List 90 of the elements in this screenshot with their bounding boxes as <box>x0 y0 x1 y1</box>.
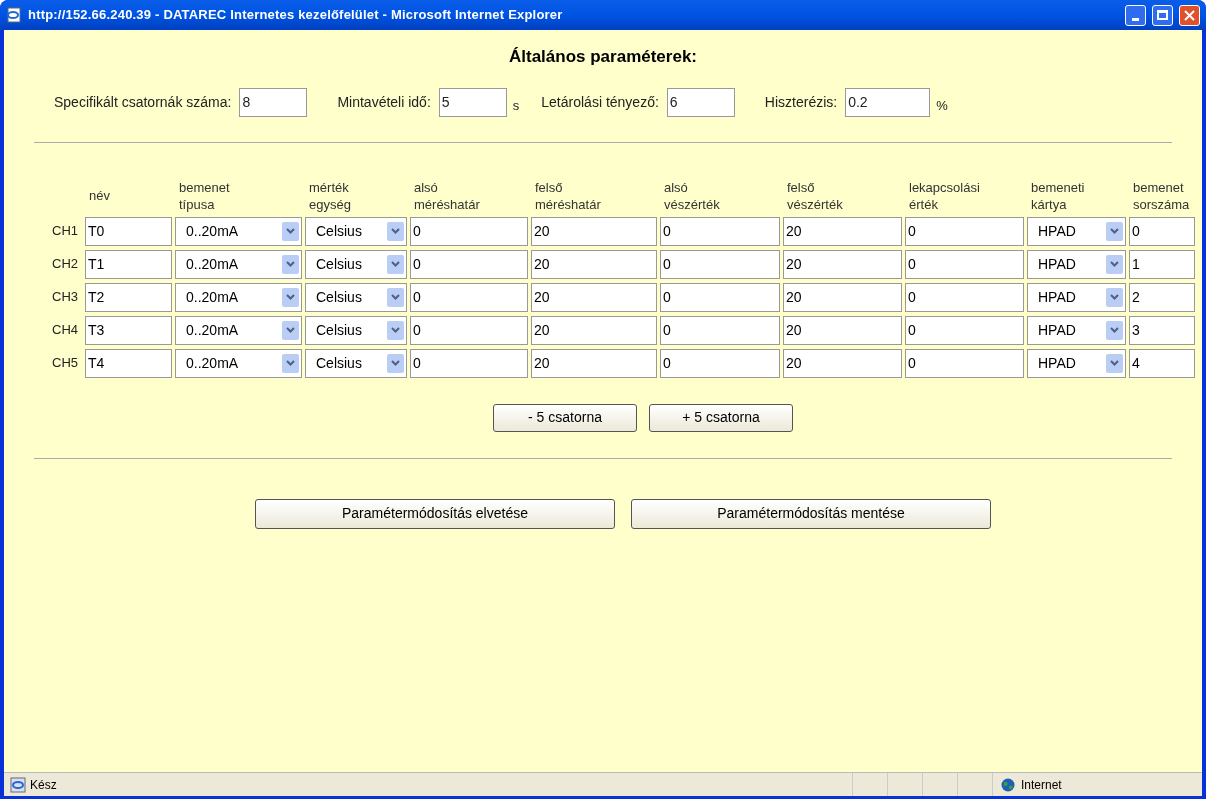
page-icon <box>6 7 22 23</box>
input-field[interactable]: 20 <box>783 249 902 279</box>
maximize-button[interactable] <box>1152 4 1173 26</box>
unit-label: s <box>512 97 520 116</box>
dropdown[interactable]: HPAD <box>1027 348 1126 378</box>
input-field[interactable]: 1 <box>1129 249 1195 279</box>
dropdown[interactable]: Celsius <box>305 249 407 279</box>
column-header: alsó méréshatár <box>413 178 480 214</box>
column-header: bemeneti kártya <box>1030 178 1085 214</box>
input-field[interactable]: 0 <box>410 348 528 378</box>
input-field[interactable]: 20 <box>783 282 902 312</box>
input-field[interactable]: 20 <box>783 348 902 378</box>
minimize-button[interactable] <box>1125 4 1146 26</box>
input-field[interactable]: 0 <box>660 315 780 345</box>
dropdown[interactable]: Celsius <box>305 216 407 246</box>
globe-icon <box>1001 777 1015 792</box>
input-field[interactable]: 0 <box>410 249 528 279</box>
input-field[interactable]: 20 <box>531 315 657 345</box>
input-field[interactable]: 20 <box>531 282 657 312</box>
page-icon <box>10 776 26 793</box>
unit-label: % <box>936 97 948 116</box>
column-header: lekapcsolási érték <box>908 178 980 214</box>
column-header: felső vészérték <box>786 178 843 214</box>
close-icon <box>1184 9 1195 21</box>
column-header: bemenet típusa <box>178 178 230 214</box>
column-header: felső méréshatár <box>534 178 601 214</box>
input-field[interactable]: 0 <box>905 348 1024 378</box>
input-field[interactable]: 0 <box>410 216 528 246</box>
column-header: alsó vészérték <box>663 178 720 214</box>
dropdown[interactable]: 0..20mA <box>175 348 302 378</box>
field-label: Mintavételi idő: <box>337 92 431 112</box>
column-header: mérték egység <box>308 178 351 214</box>
input-field[interactable]: 0.2 <box>845 87 931 117</box>
zone-text: Internet <box>1021 776 1062 794</box>
column-header: bemenet sorszáma <box>1132 178 1190 214</box>
close-button[interactable] <box>1179 4 1200 26</box>
input-field[interactable]: 0 <box>660 282 780 312</box>
input-field[interactable]: 20 <box>531 216 657 246</box>
column-header: név <box>88 187 110 205</box>
input-field[interactable]: 0 <box>660 249 780 279</box>
channel-label: CH5 <box>52 354 79 373</box>
input-field[interactable]: 0 <box>1129 216 1195 246</box>
parameter-button[interactable]: Paramétermódosítás elvetése <box>255 498 615 529</box>
input-field[interactable]: 3 <box>1129 315 1195 345</box>
dropdown[interactable]: HPAD <box>1027 216 1126 246</box>
input-field[interactable]: T0 <box>85 216 172 246</box>
dropdown[interactable]: 0..20mA <box>175 249 302 279</box>
input-field[interactable]: 0 <box>905 249 1024 279</box>
parameter-button[interactable]: Paramétermódosítás mentése <box>631 498 991 529</box>
input-field[interactable]: 0 <box>660 216 780 246</box>
channel-label: CH4 <box>52 321 79 340</box>
field-label: Hiszterézis: <box>764 92 838 112</box>
field-label: Letárolási tényező: <box>541 92 659 112</box>
input-field[interactable]: 20 <box>531 348 657 378</box>
input-field[interactable]: 0 <box>905 315 1024 345</box>
status-text: Kész <box>30 776 58 794</box>
input-field[interactable]: 0 <box>905 216 1024 246</box>
input-field[interactable]: T2 <box>85 282 172 312</box>
channel-label: CH3 <box>52 288 79 307</box>
channel-label: CH2 <box>52 255 79 274</box>
dropdown[interactable]: HPAD <box>1027 249 1126 279</box>
channel-label: CH1 <box>52 222 79 241</box>
input-field[interactable]: T3 <box>85 315 172 345</box>
dropdown[interactable]: 0..20mA <box>175 282 302 312</box>
input-field[interactable]: 0 <box>905 282 1024 312</box>
input-field[interactable]: 20 <box>783 216 902 246</box>
dropdown[interactable]: HPAD <box>1027 315 1126 345</box>
input-field[interactable]: 20 <box>531 249 657 279</box>
input-field[interactable]: 0 <box>660 348 780 378</box>
input-field[interactable]: 0 <box>410 282 528 312</box>
input-field[interactable]: 5 <box>438 87 507 117</box>
input-field[interactable]: 4 <box>1129 348 1195 378</box>
input-field[interactable]: 8 <box>239 87 308 117</box>
input-field[interactable]: T1 <box>85 249 172 279</box>
input-field[interactable]: T4 <box>85 348 172 378</box>
dropdown[interactable]: 0..20mA <box>175 315 302 345</box>
channel-count-button[interactable]: + 5 csatorna <box>649 403 793 432</box>
page-heading: Általános paraméterek: <box>508 46 698 68</box>
dropdown[interactable]: Celsius <box>305 315 407 345</box>
input-field[interactable]: 6 <box>666 87 735 117</box>
input-field[interactable]: 20 <box>783 315 902 345</box>
dropdown[interactable]: 0..20mA <box>175 216 302 246</box>
input-field[interactable]: 2 <box>1129 282 1195 312</box>
dropdown[interactable]: Celsius <box>305 348 407 378</box>
window-title: http://152.66.240.39 - DATAREC Internetes kezelőfelület - Microsoft Internet Explorer <box>28 6 564 25</box>
field-label: Specifikált csatornák száma: <box>54 92 232 112</box>
dropdown[interactable]: Celsius <box>305 282 407 312</box>
channel-count-button[interactable]: - 5 csatorna <box>493 403 637 432</box>
input-field[interactable]: 0 <box>410 315 528 345</box>
dropdown[interactable]: HPAD <box>1027 282 1126 312</box>
